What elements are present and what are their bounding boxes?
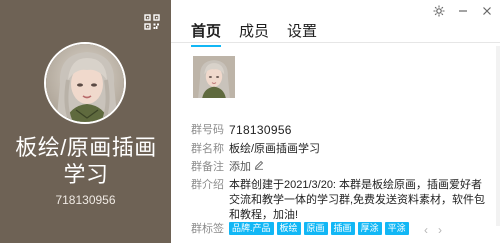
group-id-label: 群号码	[191, 124, 224, 136]
group-id-value: 718130956	[229, 123, 292, 137]
tag-pager: ‹ ›	[424, 223, 442, 237]
group-name-row: 群名称 板绘/原画插画学习	[191, 142, 320, 157]
group-name-value: 板绘/原画插画学习	[229, 143, 321, 155]
tab-divider	[171, 42, 500, 43]
prev-page-button[interactable]: ‹	[424, 223, 428, 237]
tag-item[interactable]: 插画	[330, 222, 355, 235]
group-remark-label: 群备注	[191, 161, 224, 173]
tag-list: 品牌.产品 板绘 原画 插画 厚涂 平涂	[229, 222, 409, 235]
group-id-row: 群号码 718130956	[191, 123, 292, 138]
tag-item[interactable]: 厚涂	[357, 222, 382, 235]
group-intro-row: 群介绍 本群创建于2021/3/20: 本群是板绘原画，插画爱好者交流和教学一体…	[191, 178, 491, 223]
group-profile-panel: 板绘/原画插画学习 718130956	[0, 0, 171, 243]
minimize-icon[interactable]	[456, 4, 470, 18]
add-remark-button[interactable]: 添加	[229, 160, 264, 175]
group-intro-value: 本群创建于2021/3/20: 本群是板绘原画，插画爱好者交流和教学一体的学习群…	[229, 179, 486, 221]
group-name-heading: 板绘/原画插画学习	[15, 135, 157, 187]
tag-item[interactable]: 品牌.产品	[229, 222, 274, 235]
next-page-button[interactable]: ›	[438, 223, 442, 237]
group-intro-label: 群介绍	[191, 179, 224, 191]
group-name-label: 群名称	[191, 143, 224, 155]
qr-code-icon[interactable]	[144, 14, 160, 30]
window-controls	[432, 4, 494, 18]
group-remark-row: 群备注 添加	[191, 160, 264, 175]
group-tags-label: 群标签	[191, 223, 224, 235]
group-avatar-thumbnail[interactable]	[193, 56, 235, 98]
add-remark-label: 添加	[229, 161, 251, 173]
close-icon[interactable]	[480, 4, 494, 18]
group-avatar[interactable]	[44, 42, 126, 124]
tag-item[interactable]: 平涂	[384, 222, 409, 235]
pencil-icon	[254, 160, 264, 175]
group-id-text: 718130956	[55, 193, 116, 207]
group-detail-panel: 首页 成员 设置 群号码 718130956 群名称 板绘/原画插画学习 群备注…	[171, 0, 500, 243]
tag-item[interactable]: 板绘	[276, 222, 301, 235]
scrollbar[interactable]	[496, 46, 500, 226]
tag-item[interactable]: 原画	[303, 222, 328, 235]
gear-icon[interactable]	[432, 4, 446, 18]
group-tags-row: 群标签 品牌.产品 板绘 原画 插画 厚涂 平涂	[191, 222, 409, 237]
